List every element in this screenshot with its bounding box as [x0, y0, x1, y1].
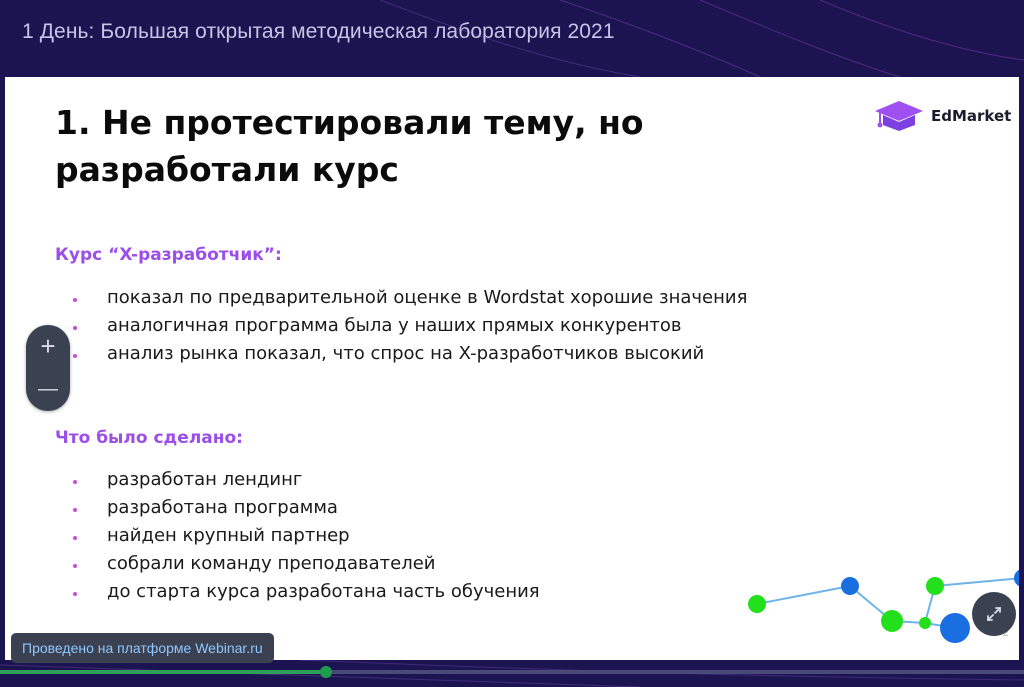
plus-icon: +	[40, 331, 56, 361]
platform-badge[interactable]: Проведено на платформе Webinar.ru	[11, 633, 274, 663]
network-node	[748, 595, 766, 613]
list-item-text: разработан лендинг	[107, 469, 303, 490]
list-item-text: анализ рынка показал, что спрос на X-раз…	[107, 343, 705, 364]
bullet-dot-icon	[73, 480, 77, 484]
fullscreen-button[interactable]	[972, 592, 1016, 636]
network-node	[881, 610, 903, 632]
network-node	[926, 577, 944, 595]
list-item-text: показал по предварительной оценке в Word…	[107, 287, 748, 308]
section-done-title: Что было сделано:	[55, 428, 243, 448]
bullet-dot-icon	[73, 564, 77, 568]
minus-icon: —	[38, 378, 58, 400]
zoom-control: + —	[26, 325, 70, 411]
list-item-text: аналогичная программа была у наших прямы…	[107, 315, 682, 336]
list-item-text: разработана программа	[107, 497, 338, 518]
network-node	[1014, 569, 1019, 587]
list-item-text: собрали команду преподавателей	[107, 553, 436, 574]
zoom-in-button[interactable]: +	[26, 325, 70, 368]
bullet-dot-icon	[73, 326, 77, 330]
window-title: 1 День: Большая открытая методическая ла…	[22, 20, 615, 43]
section-course-title: Курс “X-разработчик”:	[55, 245, 282, 265]
edmarket-logo: EdMarket	[873, 99, 1019, 135]
presentation-slide: 1. Не протестировали тему, но разработал…	[5, 77, 1019, 660]
network-node	[919, 617, 931, 629]
logo-text: EdMarket	[931, 107, 1012, 125]
progress-handle[interactable]	[319, 666, 332, 678]
list-item-text: найден крупный партнер	[107, 525, 350, 546]
playback-progress[interactable]	[0, 666, 1024, 678]
expand-icon	[987, 607, 1001, 621]
bullet-dot-icon	[73, 536, 77, 540]
slide-heading-line1: 1. Не протестировали тему, но	[55, 103, 644, 142]
list-item-text: до старта курса разработана часть обучен…	[107, 581, 540, 602]
progress-fill	[0, 670, 326, 674]
bullet-dot-icon	[73, 354, 77, 358]
slide-heading: 1. Не протестировали тему, но разработал…	[55, 99, 735, 193]
slide-heading-line2: разработали курс	[55, 150, 399, 189]
graduation-cap-icon	[875, 101, 923, 131]
network-node	[940, 613, 970, 643]
bullet-dot-icon	[73, 592, 77, 596]
zoom-out-button[interactable]: —	[26, 368, 70, 411]
network-node	[841, 577, 859, 595]
bullet-dot-icon	[73, 298, 77, 302]
bullet-dot-icon	[73, 508, 77, 512]
